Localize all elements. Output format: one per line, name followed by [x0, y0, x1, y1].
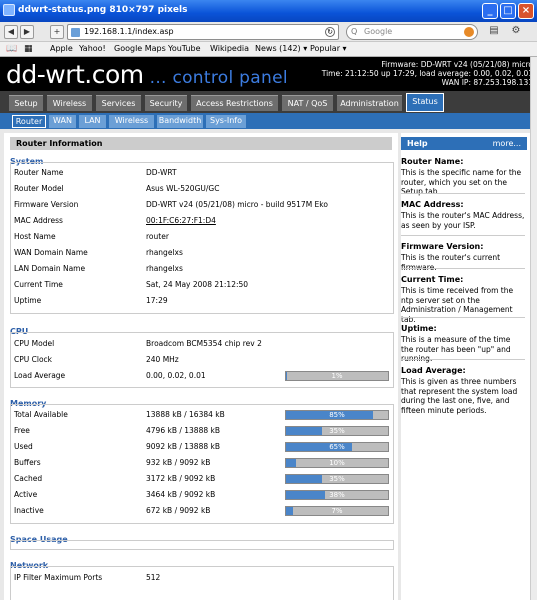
memory-bar: 35%	[285, 474, 389, 484]
help-text: This is time received from the ntp serve…	[401, 286, 514, 324]
gear-icon[interactable]: ⚙	[508, 25, 524, 39]
memory-bar: 85%	[285, 410, 389, 420]
subtab-sys-info[interactable]: Sys-Info	[206, 115, 246, 128]
main-tabs: Setup Wireless Services Security Access …	[0, 91, 537, 113]
firmware-text: Firmware: DD-WRT v24 (05/21/08) micro	[381, 60, 533, 69]
help-heading: Current Time:	[401, 275, 464, 284]
bookmark-popular[interactable]: Popular ▾	[310, 44, 347, 53]
subtab-wan[interactable]: WAN	[49, 115, 76, 128]
page-menu-icon[interactable]: ▤	[486, 25, 502, 39]
load-average-bar: 1%	[285, 371, 389, 381]
memory-bar: 65%	[285, 442, 389, 452]
site-icon	[71, 28, 80, 37]
bookmark-google-maps[interactable]: Google Maps	[114, 44, 166, 53]
memory-bar: 10%	[285, 458, 389, 468]
maximize-button[interactable]: □	[500, 3, 516, 19]
help-heading: Load Average:	[401, 366, 466, 375]
help-divider	[401, 359, 525, 360]
page-scrollbar[interactable]	[530, 57, 537, 600]
tab-security[interactable]: Security	[145, 95, 187, 111]
web-page: dd-wrt.com... control panel Firmware: DD…	[0, 57, 537, 600]
help-divider	[401, 268, 525, 269]
url-text: 192.168.1.1/index.asp	[84, 27, 174, 36]
time-text: Time: 21:12:50 up 17:29, load average: 0…	[321, 69, 533, 78]
help-divider	[401, 317, 525, 318]
minimize-button[interactable]: _	[482, 3, 498, 19]
help-panel: Help more... Router Name: This is the spe…	[401, 133, 531, 600]
bookmark-apple[interactable]: Apple	[50, 44, 73, 53]
memory-bar: 35%	[285, 426, 389, 436]
window-title: ddwrt-status.png 810×797 pixels	[18, 5, 188, 15]
help-heading: MAC Address:	[401, 200, 464, 209]
subtab-wireless[interactable]: Wireless	[109, 115, 154, 128]
wan-ip-text: WAN IP: 87.253.198.131	[441, 78, 533, 87]
search-placeholder: Google	[364, 27, 393, 36]
address-bar[interactable]: 192.168.1.1/index.asp ↻	[67, 24, 339, 40]
search-input[interactable]: Q Google	[346, 24, 478, 40]
help-divider	[401, 193, 525, 194]
page-title: Router Information	[10, 137, 392, 150]
help-more-link[interactable]: more...	[493, 139, 521, 148]
subtab-bandwidth[interactable]: Bandwidth	[157, 115, 203, 128]
search-go-icon[interactable]	[464, 27, 474, 37]
bookmarks-book-icon[interactable]: 📖	[6, 44, 17, 54]
grid-icon[interactable]: ▦	[24, 44, 33, 54]
bookmark-youtube[interactable]: YouTube	[168, 44, 201, 53]
close-button[interactable]: ×	[518, 3, 534, 19]
space-usage-section	[10, 540, 394, 550]
help-heading: Router Name:	[401, 157, 464, 166]
tab-wireless[interactable]: Wireless	[47, 95, 92, 111]
router-info-summary: Firmware: DD-WRT v24 (05/21/08) micro Ti…	[322, 60, 533, 87]
bookmark-yahoo[interactable]: Yahoo!	[79, 44, 106, 53]
tab-status[interactable]: Status	[406, 93, 444, 112]
help-text: This is the router's MAC Address, as see…	[401, 211, 525, 230]
subtab-lan[interactable]: LAN	[79, 115, 106, 128]
browser-toolbar: ◀ ▶ + 192.168.1.1/index.asp ↻ Q Google ▤…	[0, 22, 537, 42]
search-engine-icon: Q	[351, 27, 358, 36]
help-heading: Firmware Version:	[401, 242, 484, 251]
memory-bar: 7%	[285, 506, 389, 516]
app-icon	[3, 4, 15, 16]
bookmark-news[interactable]: News (142) ▾	[255, 44, 307, 53]
bookmark-wikipedia[interactable]: Wikipedia	[210, 44, 249, 53]
main-panel: Router Information System CPU Memory Spa…	[4, 133, 398, 600]
back-button[interactable]: ◀	[4, 25, 18, 39]
sub-tabs: Router WAN LAN Wireless Bandwidth Sys-In…	[0, 113, 537, 129]
ddwrt-header: dd-wrt.com... control panel Firmware: DD…	[0, 57, 537, 91]
help-title: Help more...	[401, 137, 527, 150]
help-text: This is given as three numbers that repr…	[401, 377, 518, 415]
tab-services[interactable]: Services	[96, 95, 141, 111]
ddwrt-logo: dd-wrt.com... control panel	[6, 60, 288, 89]
tab-access-restrictions[interactable]: Access Restrictions	[191, 95, 278, 111]
content-area: Router Information System CPU Memory Spa…	[0, 129, 537, 600]
tab-setup[interactable]: Setup	[9, 95, 43, 111]
forward-button[interactable]: ▶	[20, 25, 34, 39]
help-heading: Uptime:	[401, 324, 437, 333]
tab-administration[interactable]: Administration	[337, 95, 402, 111]
network-section	[10, 566, 394, 600]
help-text: This is the router's current firmware.	[401, 253, 501, 272]
tab-nat-qos[interactable]: NAT / QoS	[282, 95, 333, 111]
window-titlebar: ddwrt-status.png 810×797 pixels _ □ ×	[0, 0, 537, 22]
memory-bar: 38%	[285, 490, 389, 500]
bookmarks-bar: 📖 ▦ Apple Yahoo! Google Maps YouTube Wik…	[0, 42, 537, 57]
help-divider	[401, 235, 525, 236]
add-bookmark-button[interactable]: +	[50, 25, 64, 39]
reload-icon[interactable]: ↻	[325, 27, 335, 37]
subtab-router[interactable]: Router	[12, 115, 46, 128]
